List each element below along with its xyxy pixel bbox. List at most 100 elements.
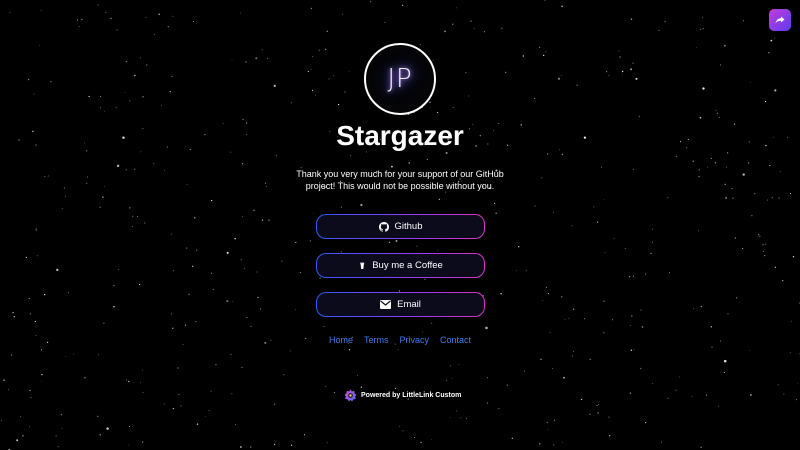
- avatar-initials: JP: [387, 64, 413, 94]
- star: [134, 168, 136, 170]
- email-button[interactable]: Email: [316, 292, 485, 317]
- footer-link-privacy[interactable]: Privacy: [399, 335, 429, 345]
- star: [652, 241, 654, 243]
- star: [763, 251, 764, 252]
- star: [132, 226, 134, 227]
- star: [640, 309, 642, 311]
- footer-link-home[interactable]: Home: [329, 335, 353, 345]
- star: [124, 92, 126, 94]
- star: [65, 356, 67, 357]
- star: [584, 318, 586, 320]
- star: [87, 176, 89, 178]
- star: [344, 91, 346, 93]
- star: [164, 169, 165, 171]
- star: [597, 221, 599, 223]
- star: [486, 402, 489, 404]
- github-button[interactable]: Github: [316, 214, 485, 239]
- star: [241, 215, 243, 217]
- footer-link-terms[interactable]: Terms: [364, 335, 389, 345]
- star: [172, 327, 174, 329]
- star: [542, 300, 544, 301]
- star: [326, 30, 328, 32]
- star: [239, 12, 241, 14]
- star: [231, 60, 233, 62]
- star: [525, 270, 527, 272]
- star: [465, 418, 468, 420]
- star: [141, 369, 143, 371]
- star: [661, 441, 662, 443]
- star: [226, 251, 229, 254]
- star: [318, 49, 320, 51]
- star: [719, 64, 721, 66]
- star: [621, 74, 623, 76]
- star: [452, 106, 454, 108]
- star: [736, 297, 738, 299]
- star: [267, 57, 269, 59]
- star: [644, 421, 647, 424]
- star: [621, 70, 624, 73]
- star: [99, 202, 100, 204]
- star: [395, 239, 398, 242]
- star: [589, 358, 591, 361]
- star: [420, 441, 422, 443]
- star: [675, 389, 677, 391]
- star: [458, 363, 460, 365]
- star: [717, 405, 719, 407]
- star: [460, 417, 462, 419]
- star: [778, 197, 780, 199]
- star: [257, 296, 259, 299]
- star: [630, 18, 633, 20]
- star: [692, 160, 694, 162]
- star: [580, 398, 583, 401]
- star: [104, 110, 105, 112]
- star: [290, 444, 293, 446]
- star: [243, 267, 245, 269]
- star: [547, 293, 549, 295]
- star: [431, 439, 433, 441]
- star: [734, 237, 737, 239]
- star: [640, 367, 642, 370]
- star: [186, 184, 188, 186]
- star: [105, 12, 107, 13]
- star: [172, 15, 174, 17]
- star: [437, 249, 439, 251]
- star: [129, 100, 131, 102]
- star: [456, 410, 458, 412]
- star: [408, 162, 410, 164]
- star: [638, 115, 640, 118]
- star: [547, 153, 549, 155]
- star: [424, 278, 426, 280]
- star: [633, 348, 635, 350]
- star: [698, 175, 700, 178]
- star: [429, 101, 431, 103]
- buy-me-a-coffee-button[interactable]: Buy me a Coffee: [316, 253, 485, 278]
- star: [700, 446, 702, 448]
- star: [553, 419, 555, 421]
- star: [449, 365, 451, 367]
- footer-nav: Home Terms Privacy Contact: [0, 335, 800, 345]
- star: [696, 47, 697, 48]
- star: [470, 20, 472, 22]
- star: [732, 197, 734, 199]
- star: [506, 384, 508, 386]
- star: [36, 255, 38, 257]
- github-button-label: Github: [394, 221, 423, 232]
- star: [139, 57, 141, 59]
- star: [789, 352, 791, 354]
- star: [275, 154, 277, 157]
- star: [60, 414, 62, 416]
- star: [33, 93, 35, 95]
- star: [313, 212, 315, 214]
- share-button[interactable]: [769, 9, 791, 31]
- star: [691, 395, 693, 397]
- star: [724, 183, 726, 185]
- star: [34, 320, 36, 323]
- star: [560, 75, 562, 76]
- powered-by-link[interactable]: Powered by LittleLink Custom: [344, 389, 461, 402]
- avatar: JP: [364, 43, 436, 115]
- star: [678, 376, 680, 378]
- star: [604, 252, 606, 254]
- star: [132, 215, 134, 217]
- star: [29, 313, 32, 315]
- footer-link-contact[interactable]: Contact: [440, 335, 471, 345]
